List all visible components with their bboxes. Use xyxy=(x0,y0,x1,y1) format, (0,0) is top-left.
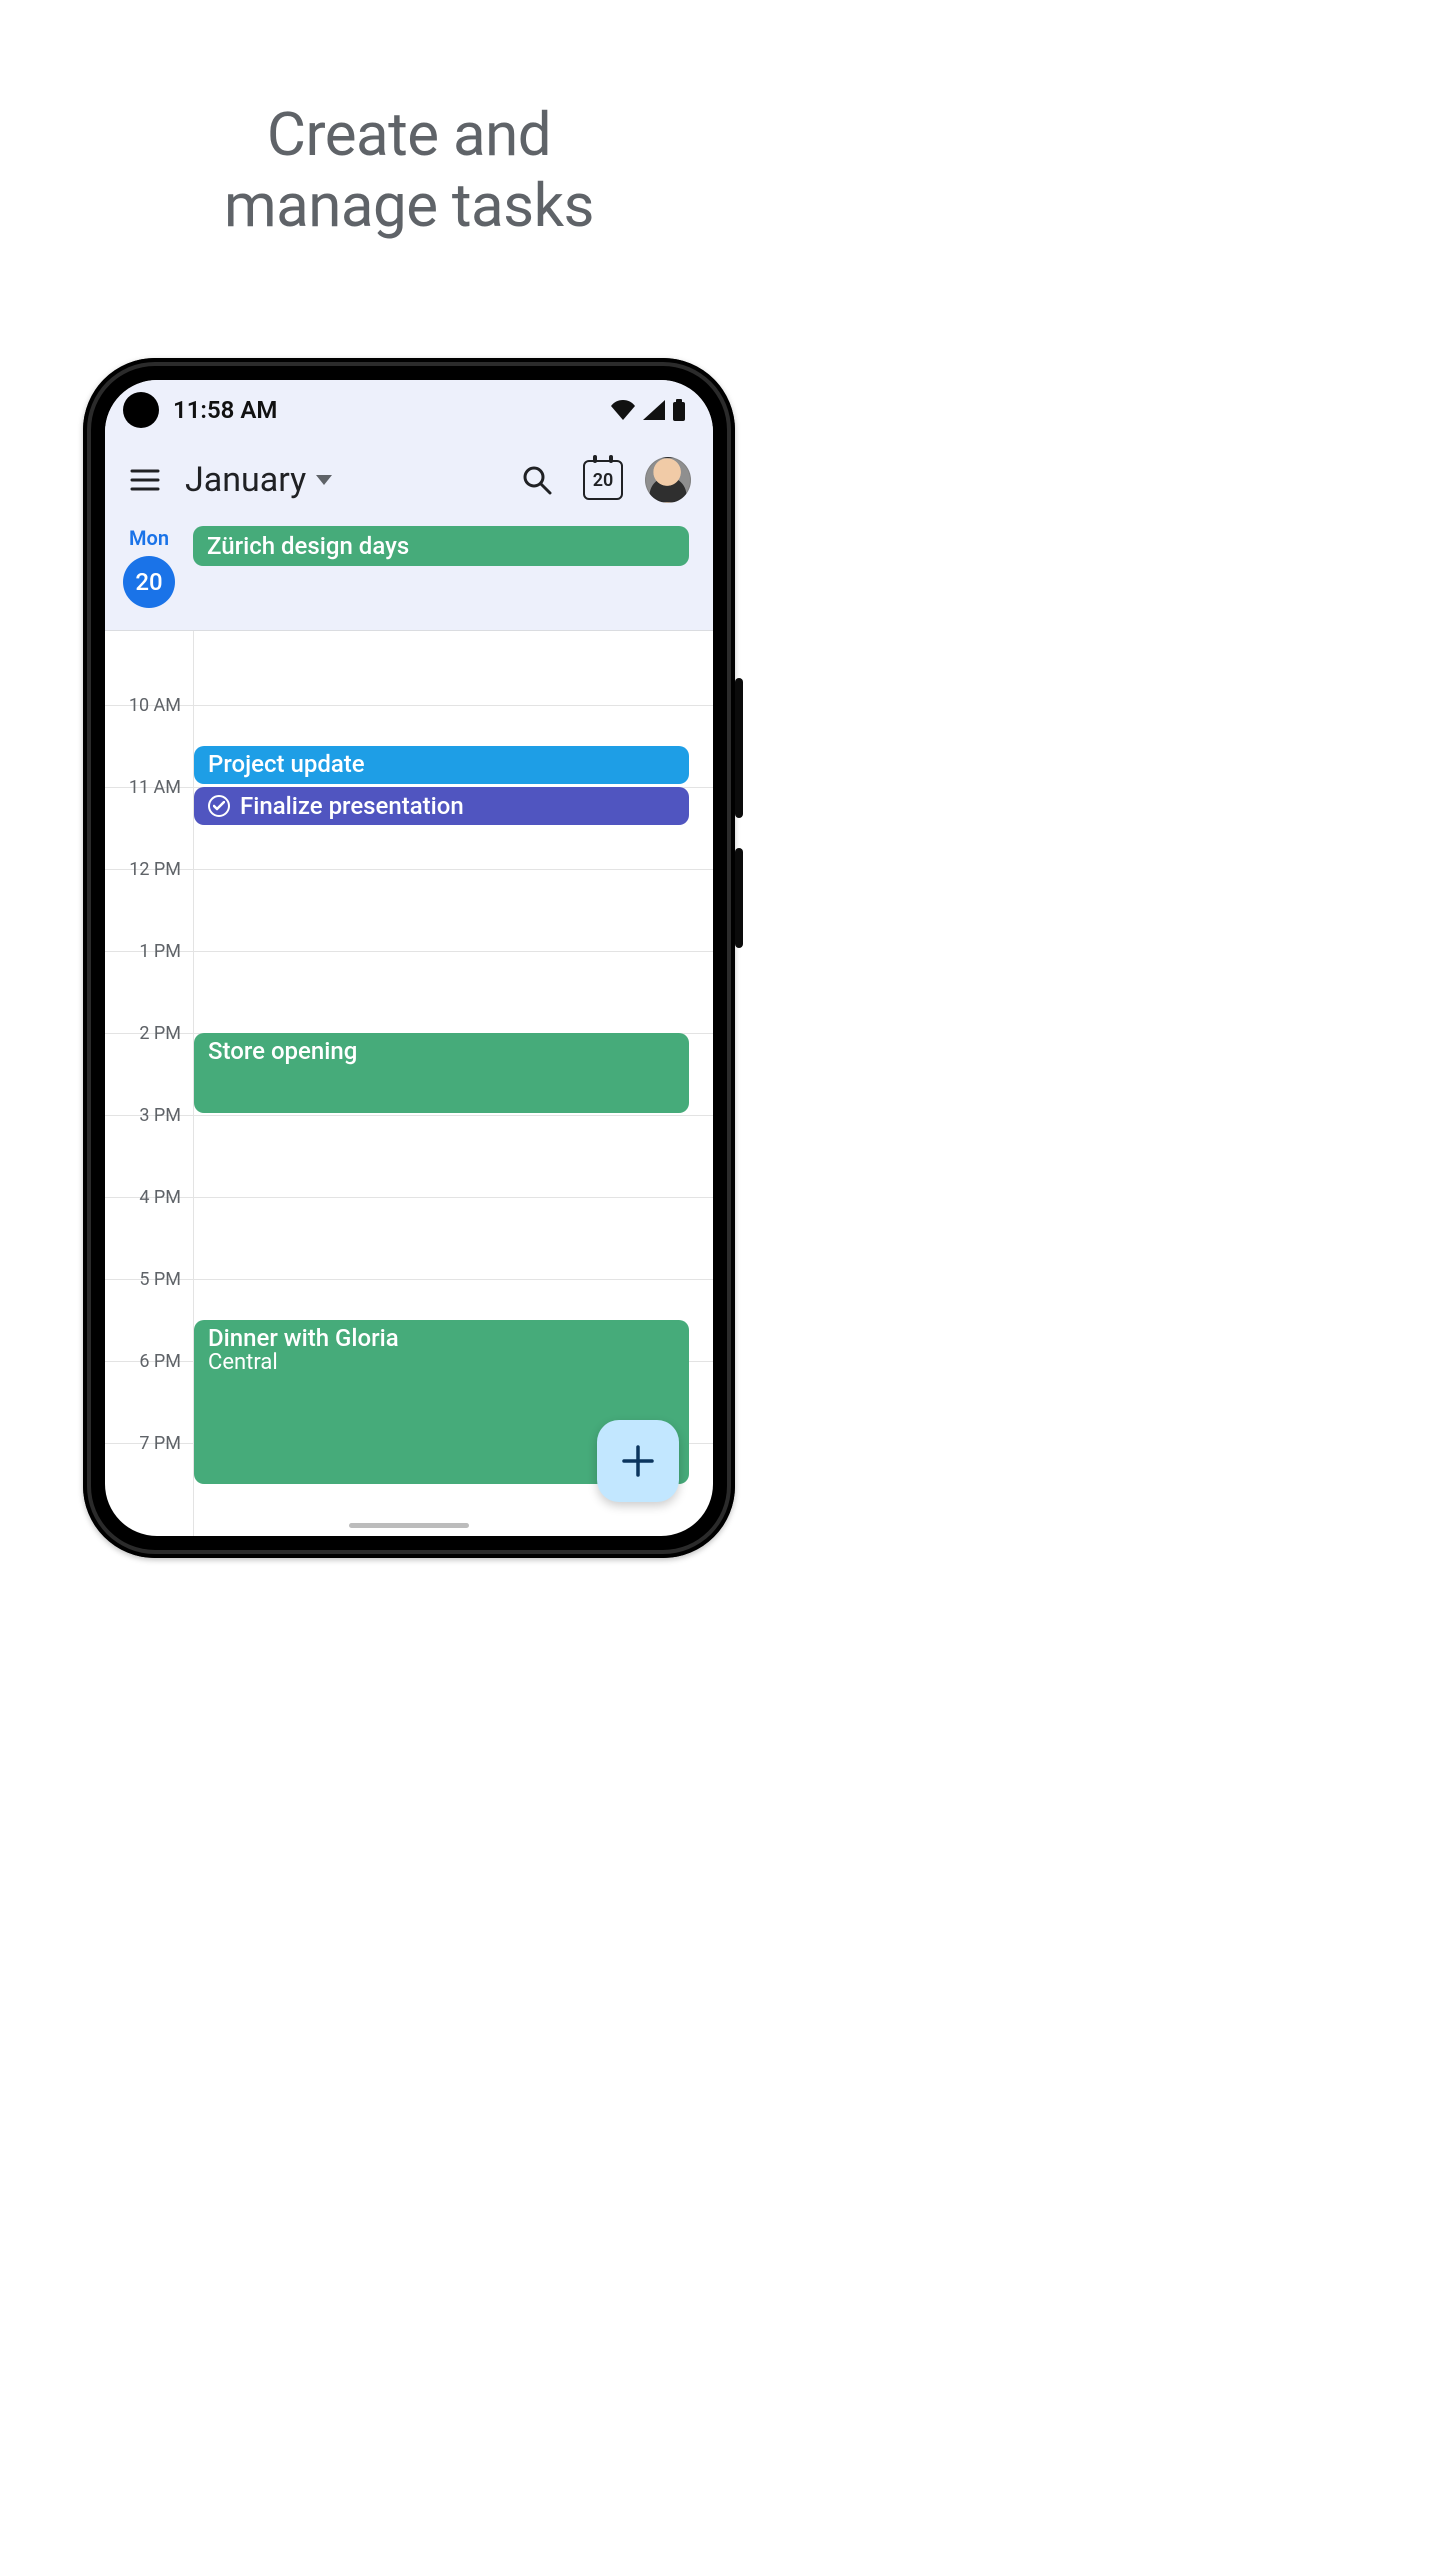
calendar-event[interactable]: Project update xyxy=(194,746,689,784)
status-icons xyxy=(611,399,685,421)
chevron-down-icon xyxy=(316,475,332,485)
events-layer: Project update Finalize presentation Store… xyxy=(193,631,689,1536)
hour-label: 10 AM xyxy=(105,695,187,716)
headline-line2: manage tasks xyxy=(224,170,594,241)
allday-event[interactable]: Zürich design days xyxy=(193,526,689,566)
task-check-icon xyxy=(208,795,230,817)
status-bar: 11:58 AM xyxy=(105,380,713,440)
phone-screen: 11:58 AM January 20 xyxy=(105,380,713,1536)
task-event[interactable]: Finalize presentation xyxy=(194,787,689,825)
hour-label: 3 PM xyxy=(105,1105,187,1126)
android-nav-handle xyxy=(349,1523,469,1528)
event-title: Finalize presentation xyxy=(240,792,464,820)
month-label: January xyxy=(185,460,306,500)
app-header: January 20 xyxy=(105,440,713,520)
wifi-icon xyxy=(611,400,635,420)
calendar-event[interactable]: Store opening xyxy=(194,1033,689,1113)
day-header: Mon 20 Zürich design days xyxy=(105,520,713,631)
hour-label: 6 PM xyxy=(105,1351,187,1372)
today-button[interactable]: 20 xyxy=(579,456,627,504)
day-of-week: Mon xyxy=(129,526,169,550)
status-time: 11:58 AM xyxy=(173,396,277,424)
account-avatar[interactable] xyxy=(645,457,691,503)
front-camera xyxy=(123,392,159,428)
menu-button[interactable] xyxy=(123,458,167,502)
battery-icon xyxy=(673,399,685,421)
hamburger-icon xyxy=(130,468,160,492)
hour-label: 11 AM xyxy=(105,777,187,798)
event-subtitle: Central xyxy=(208,1350,675,1375)
phone-frame: 11:58 AM January 20 xyxy=(83,358,735,1558)
hour-label: 12 PM xyxy=(105,859,187,880)
day-gutter[interactable]: Mon 20 xyxy=(105,526,193,608)
search-button[interactable] xyxy=(513,456,561,504)
hour-label: 2 PM xyxy=(105,1023,187,1044)
allday-event-title: Zürich design days xyxy=(207,532,409,560)
event-title: Store opening xyxy=(208,1037,675,1065)
search-icon xyxy=(522,465,552,495)
cell-signal-icon xyxy=(643,400,665,420)
headline-line1: Create and xyxy=(267,99,551,170)
marketing-headline: Create and manage tasks xyxy=(0,100,818,242)
day-date: 20 xyxy=(123,556,175,608)
event-title: Dinner with Gloria xyxy=(208,1324,675,1352)
phone-side-button-2 xyxy=(735,848,743,948)
hour-label: 1 PM xyxy=(105,941,187,962)
hour-label: 5 PM xyxy=(105,1269,187,1290)
month-picker[interactable]: January xyxy=(185,460,332,500)
calendar-today-icon: 20 xyxy=(583,460,623,500)
plus-icon xyxy=(620,1443,656,1479)
today-number: 20 xyxy=(593,470,614,491)
event-title: Project update xyxy=(208,750,675,778)
hour-label: 7 PM xyxy=(105,1433,187,1454)
phone-side-button-1 xyxy=(735,678,743,818)
timeline[interactable]: 10 AM 11 AM 12 PM 1 PM 2 PM 3 PM 4 PM 5 PM 6 PM 7… xyxy=(105,631,713,1536)
create-fab[interactable] xyxy=(597,1420,679,1502)
hour-label: 4 PM xyxy=(105,1187,187,1208)
